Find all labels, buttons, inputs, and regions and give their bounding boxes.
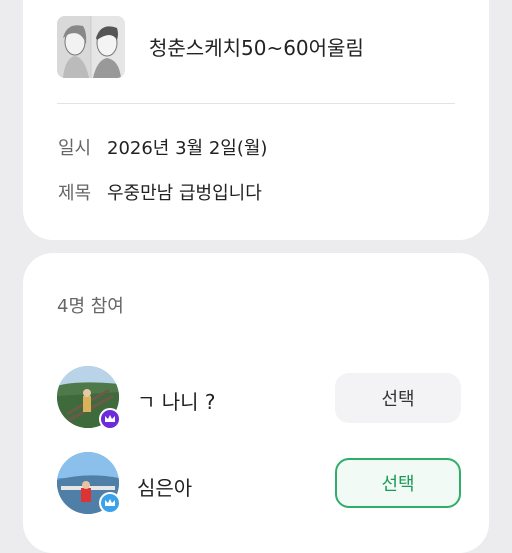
date-label: 일시 (58, 138, 92, 159)
select-button-selected[interactable]: 선택 (335, 458, 461, 508)
crown-icon (99, 492, 121, 514)
title-value: 우중만남 급벙입니다 (107, 183, 262, 204)
member-name: 심은아 (137, 476, 193, 500)
group-name: 청춘스케치50~60어울림 (149, 36, 364, 60)
participant-count: 4명 참여 (57, 296, 124, 317)
group-thumbnail[interactable] (57, 16, 125, 78)
divider (57, 103, 455, 104)
select-button[interactable]: 선택 (335, 373, 461, 423)
title-label: 제목 (58, 183, 92, 204)
crown-icon (99, 408, 121, 430)
member-name: ㄱ 나니 ? (137, 390, 216, 414)
sketch-portrait-image (57, 16, 125, 78)
date-value: 2026년 3월 2일(월) (107, 138, 268, 159)
